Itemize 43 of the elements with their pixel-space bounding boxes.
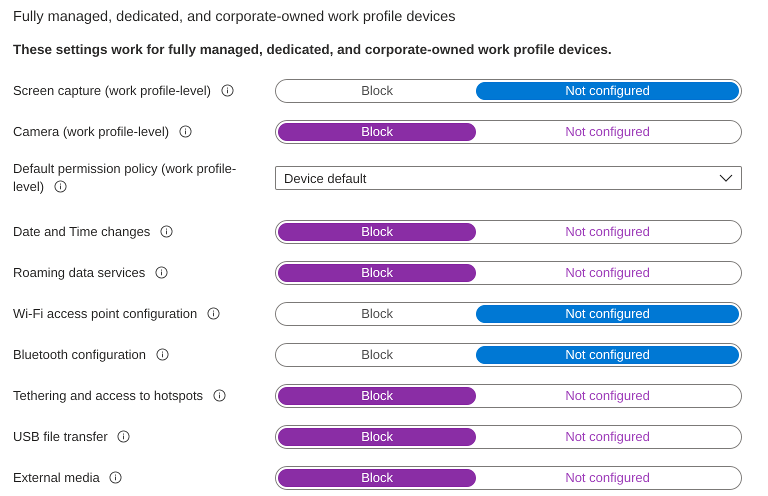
info-icon[interactable] xyxy=(117,430,130,442)
dropdown-value: Device default xyxy=(284,170,366,186)
setting-label: External media xyxy=(13,468,275,486)
toggle-option[interactable]: Block xyxy=(278,428,476,446)
toggle-option[interactable]: Not configured xyxy=(476,346,739,364)
toggle-option[interactable]: Not configured xyxy=(476,264,739,282)
setting-label: Date and Time changes xyxy=(13,222,275,240)
toggle-option[interactable]: Not configured xyxy=(476,428,739,446)
info-icon[interactable] xyxy=(109,470,122,484)
toggle-option[interactable]: Not configured xyxy=(476,304,739,322)
toggle-option[interactable]: Not configured xyxy=(476,82,739,100)
setting-label: Tethering and access to hotspots xyxy=(13,386,275,404)
section-heading: Fully managed, dedicated, and corporate-owned work profile devices xyxy=(13,8,456,27)
setting-label: USB file transfer xyxy=(13,428,275,446)
setting-label: Roaming data services xyxy=(13,264,275,282)
dropdown[interactable]: Device default xyxy=(275,166,742,190)
setting-label: Camera (work profile-level) xyxy=(13,122,275,140)
info-icon[interactable] xyxy=(220,84,234,96)
setting-label: Bluetooth configuration xyxy=(13,346,275,364)
info-icon[interactable] xyxy=(160,224,173,238)
info-icon[interactable] xyxy=(212,388,226,402)
toggle-option[interactable]: Block xyxy=(278,82,476,100)
toggle-option[interactable]: Not configured xyxy=(476,222,739,240)
toggle-option[interactable]: Not configured xyxy=(476,468,739,486)
toggle-option[interactable]: Block xyxy=(278,264,476,282)
info-icon[interactable] xyxy=(206,306,220,320)
toggle-option[interactable]: Block xyxy=(278,386,476,404)
setting-label: Screen capture (work profile-level) xyxy=(13,82,275,100)
info-icon[interactable] xyxy=(156,348,169,360)
info-icon[interactable] xyxy=(154,266,168,278)
chevron-down-icon xyxy=(719,174,733,182)
toggle-option[interactable]: Block xyxy=(278,222,476,240)
toggle-option[interactable]: Block xyxy=(278,468,476,486)
setting-label: Wi-Fi access point configuration xyxy=(13,304,275,322)
section-description: These settings work for fully managed, dedicated, and corporate-owned work profile devices. xyxy=(13,41,613,59)
toggle-option[interactable]: Not configured xyxy=(476,386,739,404)
toggle-option[interactable]: Not configured xyxy=(476,122,739,140)
setting-label: Default permission policy (work profile-level) xyxy=(13,160,238,196)
toggle-option[interactable]: Block xyxy=(278,346,476,364)
info-icon[interactable] xyxy=(54,180,67,193)
toggle-option[interactable]: Block xyxy=(278,304,476,322)
toggle-option[interactable]: Block xyxy=(278,122,476,140)
info-icon[interactable] xyxy=(178,124,192,138)
